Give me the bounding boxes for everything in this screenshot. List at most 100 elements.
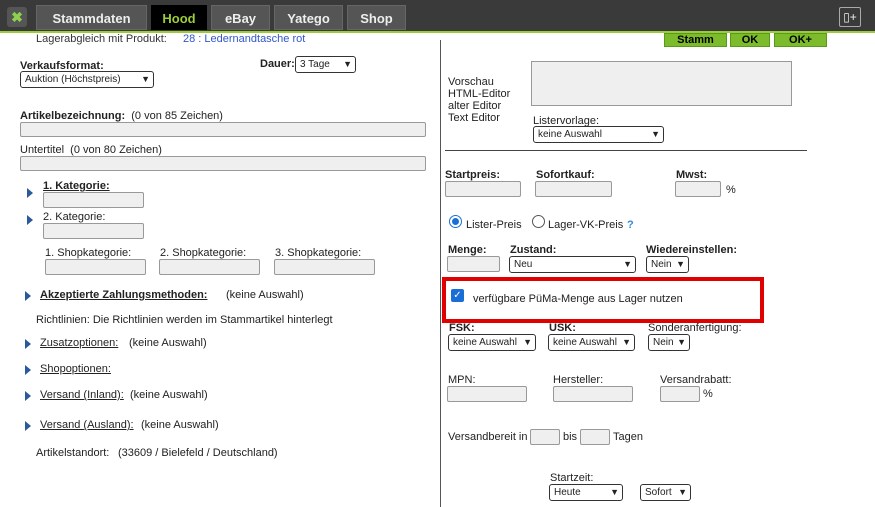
startzeit-mode-select[interactable]: Sofort ▼ bbox=[640, 484, 691, 501]
sofortkauf-label: Sofortkauf: bbox=[536, 169, 595, 181]
shopoptionen-link[interactable]: Shopoptionen: bbox=[40, 363, 111, 375]
shopkategorie-3-label: 3. Shopkategorie: bbox=[275, 247, 362, 259]
shopkategorie-2-input[interactable] bbox=[159, 259, 260, 275]
alter-editor-link[interactable]: alter Editor bbox=[448, 100, 501, 112]
section-divider bbox=[445, 150, 807, 151]
expand-triangle-icon[interactable] bbox=[27, 188, 33, 198]
tab-ebay[interactable]: eBay bbox=[211, 5, 270, 30]
beschreibung-textarea[interactable] bbox=[531, 61, 792, 106]
chevron-down-icon: ▼ bbox=[676, 259, 685, 269]
startpreis-input[interactable] bbox=[445, 181, 521, 197]
zusatzoptionen-value: (keine Auswahl) bbox=[129, 337, 207, 349]
ok-plus-button[interactable]: OK+ bbox=[774, 33, 827, 47]
expand-triangle-icon[interactable] bbox=[25, 365, 31, 375]
kategorie-2-label: 2. Kategorie: bbox=[43, 211, 106, 223]
kategorie-1-input[interactable] bbox=[43, 192, 144, 208]
zustand-label: Zustand: bbox=[510, 244, 557, 256]
lager-value-link[interactable]: 28 : Ledernandtasche rot bbox=[183, 33, 305, 45]
expand-triangle-icon[interactable] bbox=[27, 215, 33, 225]
shopkategorie-3-input[interactable] bbox=[274, 259, 375, 275]
chevron-down-icon: ▼ bbox=[651, 129, 660, 139]
chevron-down-icon: ▼ bbox=[678, 487, 687, 497]
artikelbezeichnung-input[interactable] bbox=[20, 122, 426, 137]
chevron-down-icon: ▼ bbox=[343, 59, 352, 69]
fsk-select[interactable]: keine Auswahl ▼ bbox=[448, 334, 536, 351]
top-tab-bar: ✖ Stammdaten Hood eBay Yatego Shop ▯+ bbox=[0, 0, 875, 33]
lister-preis-label: Lister-Preis bbox=[466, 219, 522, 231]
artikelbez-label-row: Artikelbezeichnung: (0 von 85 Zeichen) bbox=[20, 110, 223, 122]
artikelstandort-value: (33609 / Bielefeld / Deutschland) bbox=[118, 447, 278, 459]
puma-menge-checkbox[interactable]: ✓ bbox=[451, 289, 464, 302]
lager-label: Lagerabgleich mit Produkt: bbox=[36, 33, 167, 45]
mwst-unit: % bbox=[726, 184, 736, 196]
versandbereit-bis: bis bbox=[563, 431, 578, 443]
expand-triangle-icon[interactable] bbox=[25, 391, 31, 401]
chevron-down-icon: ▼ bbox=[610, 487, 619, 497]
help-icon[interactable]: ? bbox=[627, 219, 634, 231]
versandbereit-von-input[interactable] bbox=[530, 429, 560, 445]
versandbereit-bis-input[interactable] bbox=[580, 429, 610, 445]
untertitel-input[interactable] bbox=[20, 156, 426, 171]
lager-vk-preis-label: Lager-VK-Preis bbox=[548, 219, 624, 231]
shopkategorie-1-input[interactable] bbox=[45, 259, 146, 275]
versand-inland-value: (keine Auswahl) bbox=[130, 389, 208, 401]
mwst-input[interactable] bbox=[675, 181, 721, 197]
shopkategorie-2-label: 2. Shopkategorie: bbox=[160, 247, 247, 259]
menge-label: Menge: bbox=[448, 244, 487, 256]
verkaufsformat-select[interactable]: Auktion (Höchstpreis) ▼ bbox=[20, 71, 154, 88]
versand-ausland-value: (keine Auswahl) bbox=[141, 419, 219, 431]
tab-stammdaten[interactable]: Stammdaten bbox=[36, 5, 147, 30]
versandbereit-tagen: Tagen bbox=[613, 431, 643, 443]
dauer-select[interactable]: 3 Tage ▼ bbox=[295, 56, 356, 73]
versand-inland-link[interactable]: Versand (Inland): bbox=[40, 389, 124, 401]
zusatzoptionen-link[interactable]: Zusatzoptionen: bbox=[40, 337, 118, 349]
listervorlage-select[interactable]: keine Auswahl ▼ bbox=[533, 126, 664, 143]
usk-select[interactable]: keine Auswahl ▼ bbox=[548, 334, 635, 351]
menge-input[interactable] bbox=[447, 256, 500, 272]
vorschau-link[interactable]: Vorschau bbox=[448, 76, 494, 88]
versandrabatt-label: Versandrabatt: bbox=[660, 374, 732, 386]
kategorie-2-input[interactable] bbox=[43, 223, 144, 239]
startzeit-select[interactable]: Heute ▼ bbox=[549, 484, 623, 501]
tab-shop[interactable]: Shop bbox=[347, 5, 406, 30]
expand-triangle-icon[interactable] bbox=[25, 421, 31, 431]
startzeit-label: Startzeit: bbox=[550, 472, 594, 484]
kategorie-1-label[interactable]: 1. Kategorie: bbox=[43, 180, 110, 192]
versand-ausland-link[interactable]: Versand (Ausland): bbox=[40, 419, 134, 431]
versandbereit-label: Versandbereit in bbox=[448, 431, 528, 443]
zahlungsmethoden-value: (keine Auswahl) bbox=[226, 289, 304, 301]
startpreis-label: Startpreis: bbox=[445, 169, 501, 181]
shopkategorie-1-label: 1. Shopkategorie: bbox=[45, 247, 132, 259]
sonderanfertigung-label: Sonderanfertigung: bbox=[648, 322, 742, 334]
close-icon[interactable]: ✖ bbox=[7, 7, 27, 27]
puma-menge-label: verfügbare PüMa-Menge aus Lager nutzen bbox=[473, 293, 683, 305]
tab-hood[interactable]: Hood bbox=[151, 5, 207, 30]
sonderanfertigung-select[interactable]: Nein ▼ bbox=[648, 334, 690, 351]
lager-vk-preis-radio[interactable] bbox=[532, 215, 545, 228]
expand-triangle-icon[interactable] bbox=[25, 339, 31, 349]
zustand-select[interactable]: Neu ▼ bbox=[509, 256, 636, 273]
artikelstandort-label: Artikelstandort: bbox=[36, 447, 110, 459]
chevron-down-icon: ▼ bbox=[622, 337, 631, 347]
mpn-input[interactable] bbox=[447, 386, 527, 402]
chevron-down-icon: ▼ bbox=[623, 259, 632, 269]
hersteller-input[interactable] bbox=[553, 386, 633, 402]
new-document-icon[interactable]: ▯+ bbox=[839, 7, 861, 27]
wiedereinstellen-select[interactable]: Nein ▼ bbox=[646, 256, 689, 273]
lister-preis-radio[interactable] bbox=[449, 215, 462, 228]
zahlungsmethoden-link[interactable]: Akzeptierte Zahlungsmethoden: bbox=[40, 289, 207, 301]
fsk-label: FSK: bbox=[449, 322, 475, 334]
ok-button[interactable]: OK bbox=[730, 33, 770, 47]
text-editor-link[interactable]: Text Editor bbox=[448, 112, 500, 124]
hersteller-label: Hersteller: bbox=[553, 374, 604, 386]
stamm-button[interactable]: Stamm bbox=[664, 33, 727, 47]
tab-yatego[interactable]: Yatego bbox=[274, 5, 343, 30]
mpn-label: MPN: bbox=[448, 374, 476, 386]
column-divider bbox=[440, 40, 441, 507]
versandrabatt-input[interactable] bbox=[660, 386, 700, 402]
expand-triangle-icon[interactable] bbox=[25, 291, 31, 301]
sofortkauf-input[interactable] bbox=[535, 181, 612, 197]
dauer-label: Dauer: bbox=[260, 58, 295, 70]
versandrabatt-unit: % bbox=[703, 388, 713, 400]
html-editor-link[interactable]: HTML-Editor bbox=[448, 88, 510, 100]
